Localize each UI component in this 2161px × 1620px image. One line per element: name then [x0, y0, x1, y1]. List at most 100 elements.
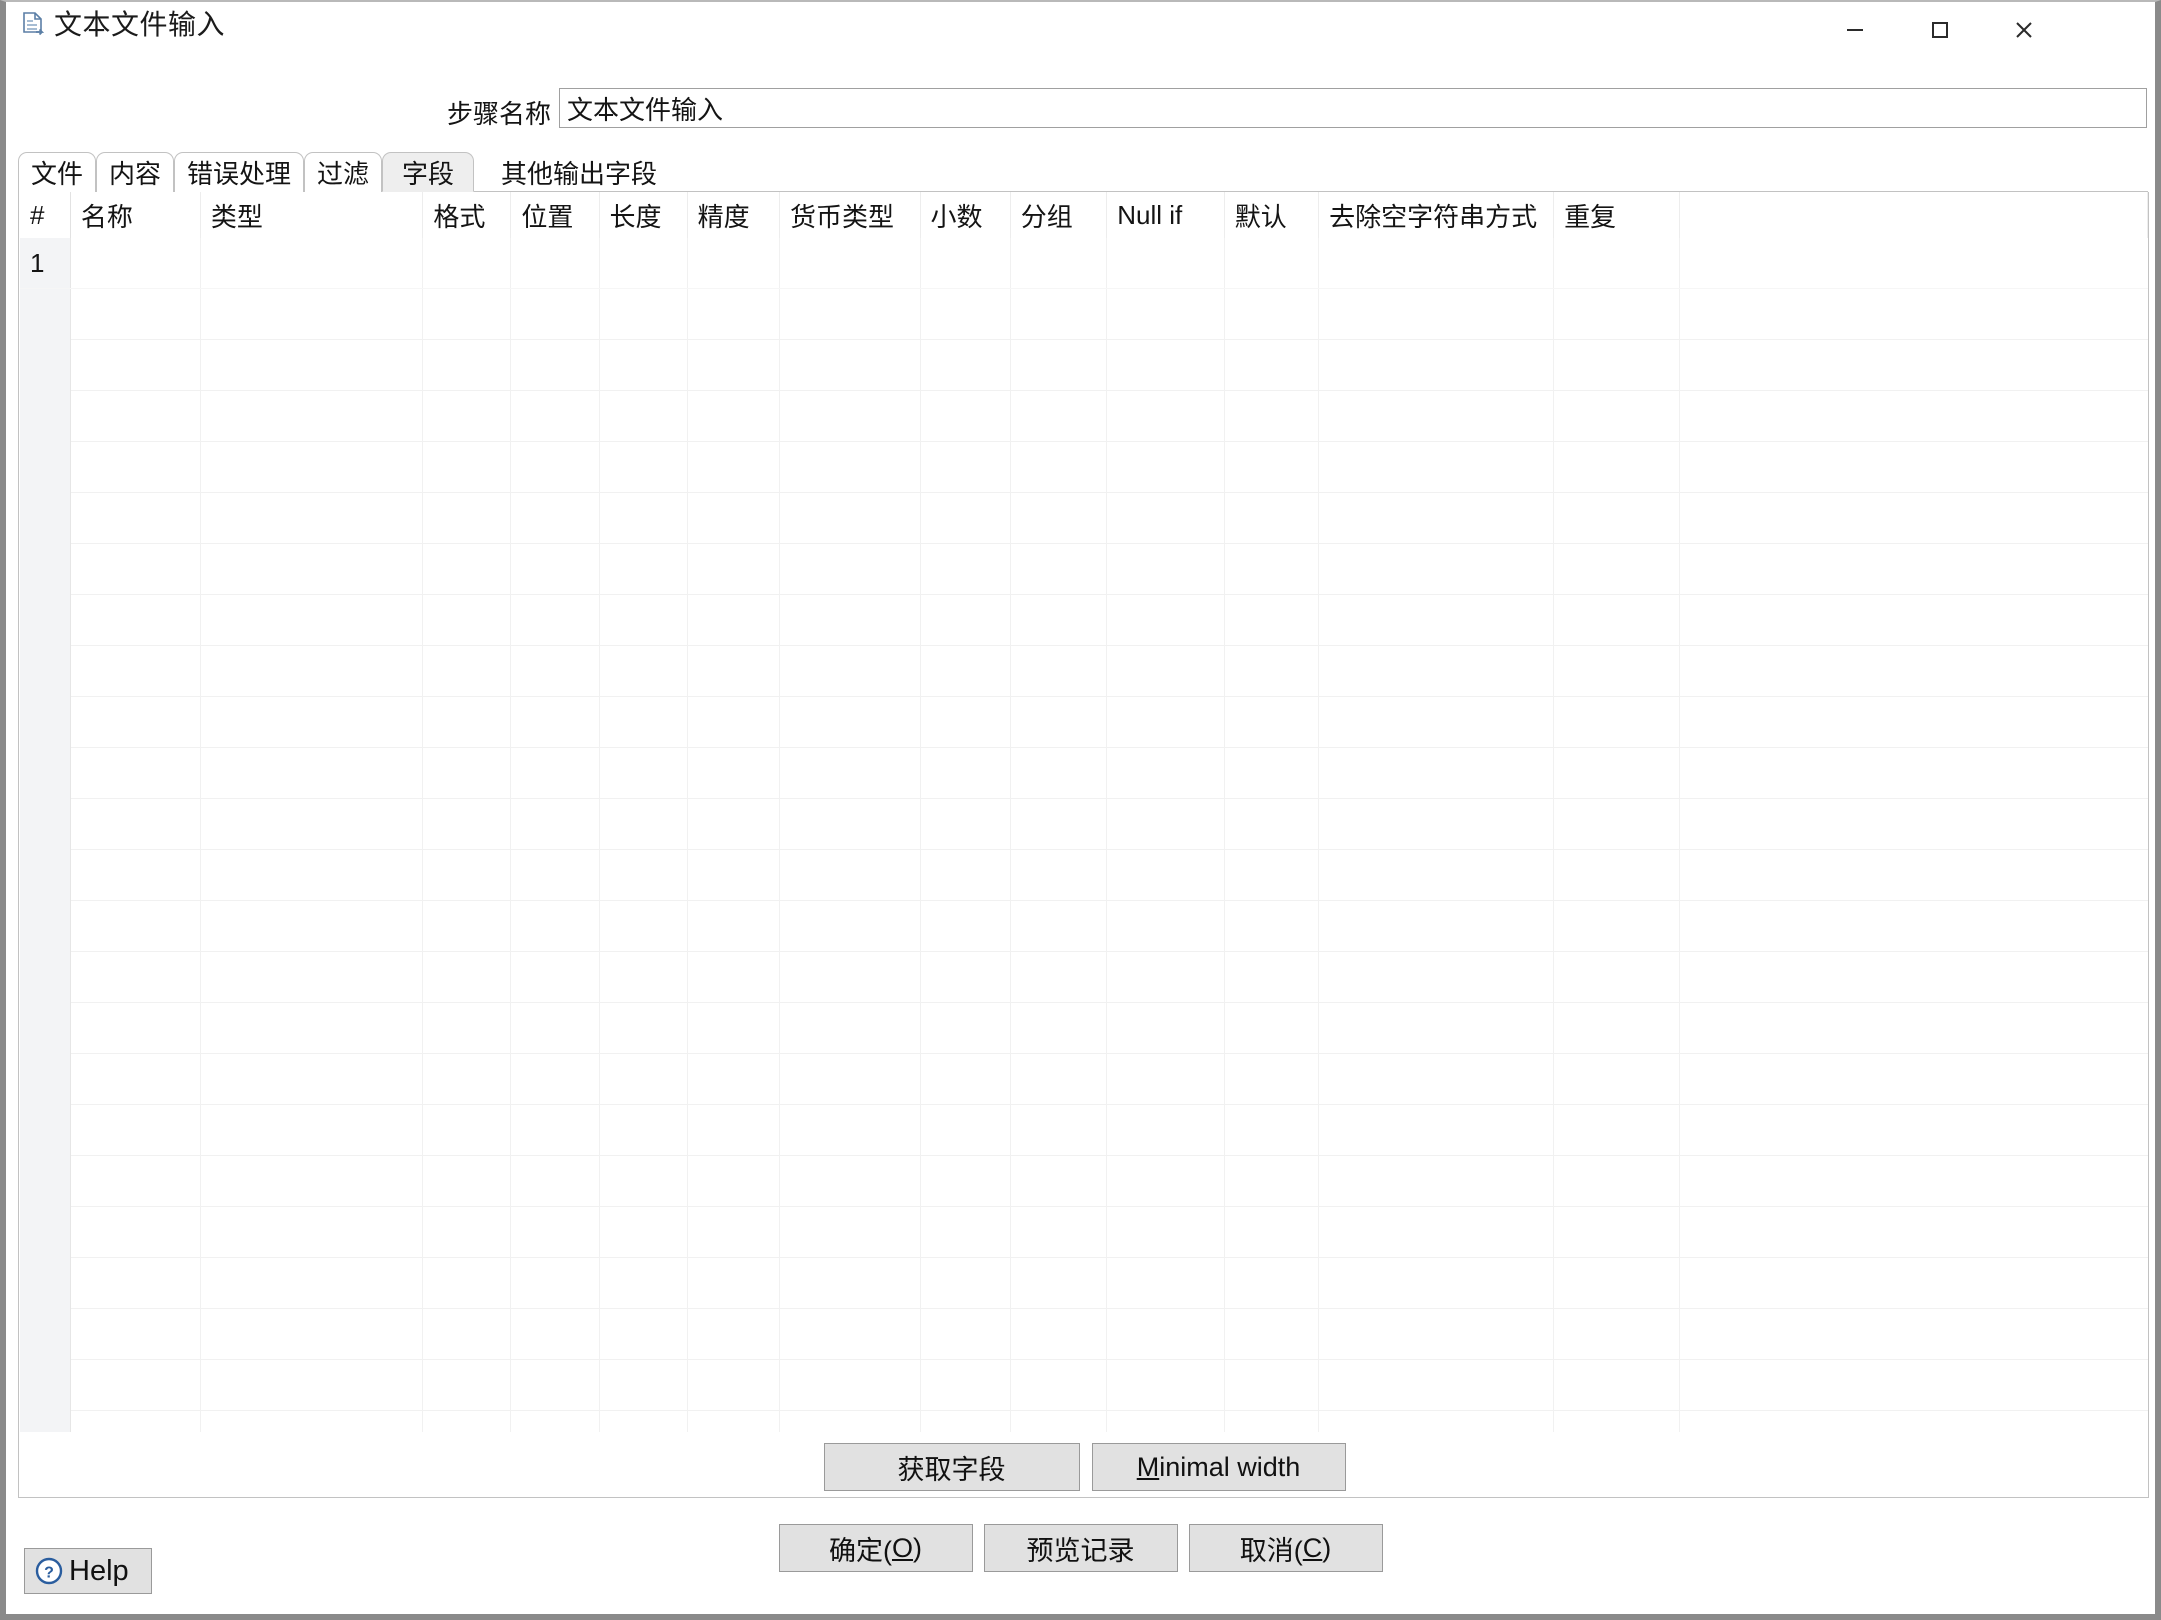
- table-cell[interactable]: [200, 1053, 424, 1105]
- table-cell[interactable]: [1224, 441, 1320, 493]
- help-button[interactable]: ? Help: [24, 1548, 152, 1594]
- table-cell[interactable]: [1224, 798, 1320, 850]
- table-cell[interactable]: [200, 1155, 424, 1207]
- table-cell[interactable]: [200, 441, 424, 493]
- table-cell[interactable]: [1106, 1410, 1225, 1432]
- table-cell[interactable]: [1106, 900, 1225, 952]
- col-header-format[interactable]: 格式: [422, 192, 512, 238]
- col-header-default[interactable]: 默认: [1224, 192, 1320, 238]
- table-cell[interactable]: [1318, 594, 1555, 646]
- table-row[interactable]: [20, 951, 2148, 1003]
- table-cell[interactable]: [779, 951, 921, 1003]
- table-cell[interactable]: [779, 747, 921, 799]
- table-cell[interactable]: [1318, 492, 1555, 544]
- table-cell[interactable]: [687, 1104, 780, 1156]
- table-cell[interactable]: [1224, 900, 1320, 952]
- table-row[interactable]: [20, 798, 2148, 850]
- table-cell[interactable]: [1553, 696, 1680, 748]
- table-cell[interactable]: [920, 390, 1011, 442]
- table-cell[interactable]: [779, 288, 921, 340]
- table-cell[interactable]: [687, 1053, 780, 1105]
- table-cell[interactable]: [70, 849, 201, 901]
- table-cell[interactable]: [1553, 441, 1680, 493]
- table-cell[interactable]: [422, 1104, 512, 1156]
- table-cell[interactable]: [510, 1155, 600, 1207]
- table-cell[interactable]: [1318, 1053, 1555, 1105]
- table-cell[interactable]: [422, 645, 512, 697]
- table-cell[interactable]: [200, 849, 424, 901]
- table-cell[interactable]: [422, 238, 512, 289]
- table-cell[interactable]: [1553, 594, 1680, 646]
- table-cell[interactable]: [200, 1410, 424, 1432]
- table-cell[interactable]: [1106, 492, 1225, 544]
- table-cell[interactable]: [779, 339, 921, 391]
- table-cell[interactable]: [599, 543, 688, 595]
- table-cell[interactable]: [1010, 849, 1108, 901]
- table-cell[interactable]: [1224, 390, 1320, 442]
- tab-fields[interactable]: 字段: [382, 152, 474, 192]
- table-cell[interactable]: [1553, 543, 1680, 595]
- table-cell[interactable]: [200, 1308, 424, 1360]
- table-cell[interactable]: [70, 543, 201, 595]
- table-row[interactable]: [20, 1410, 2148, 1432]
- table-cell[interactable]: [1318, 288, 1555, 340]
- table-cell[interactable]: [1553, 951, 1680, 1003]
- table-cell[interactable]: [779, 1155, 921, 1207]
- table-cell[interactable]: [920, 1410, 1011, 1432]
- table-cell[interactable]: [779, 594, 921, 646]
- table-cell[interactable]: [422, 1053, 512, 1105]
- table-cell[interactable]: [920, 1257, 1011, 1309]
- table-cell[interactable]: [510, 543, 600, 595]
- table-cell[interactable]: [200, 747, 424, 799]
- table-cell[interactable]: [599, 1053, 688, 1105]
- table-cell[interactable]: [1106, 1257, 1225, 1309]
- table-cell[interactable]: [510, 1104, 600, 1156]
- table-cell[interactable]: [70, 594, 201, 646]
- row-number-cell[interactable]: [20, 696, 71, 748]
- table-cell[interactable]: [1318, 1206, 1555, 1258]
- table-cell[interactable]: [1010, 339, 1108, 391]
- table-cell[interactable]: [1553, 900, 1680, 952]
- row-number-cell[interactable]: [20, 798, 71, 850]
- table-cell[interactable]: [1553, 1053, 1680, 1105]
- table-cell[interactable]: [1106, 441, 1225, 493]
- table-cell[interactable]: [1318, 747, 1555, 799]
- table-cell[interactable]: [779, 900, 921, 952]
- table-cell[interactable]: [779, 1104, 921, 1156]
- table-row[interactable]: [20, 1359, 2148, 1411]
- table-cell[interactable]: [1224, 849, 1320, 901]
- table-cell[interactable]: [920, 288, 1011, 340]
- table-cell[interactable]: [1106, 339, 1225, 391]
- table-cell[interactable]: [70, 288, 201, 340]
- table-row[interactable]: [20, 492, 2148, 544]
- table-cell[interactable]: [70, 1053, 201, 1105]
- table-row[interactable]: [20, 441, 2148, 493]
- table-cell[interactable]: [1318, 1257, 1555, 1309]
- maximize-icon[interactable]: [1901, 2, 1979, 58]
- table-cell[interactable]: [1106, 594, 1225, 646]
- table-cell[interactable]: [510, 1206, 600, 1258]
- table-cell[interactable]: [687, 951, 780, 1003]
- table-row[interactable]: [20, 1104, 2148, 1156]
- table-cell[interactable]: [1553, 1359, 1680, 1411]
- table-cell[interactable]: [1224, 1104, 1320, 1156]
- table-cell[interactable]: [1224, 1308, 1320, 1360]
- table-cell[interactable]: [510, 696, 600, 748]
- table-cell[interactable]: [510, 1308, 600, 1360]
- table-cell[interactable]: [70, 238, 201, 289]
- table-cell[interactable]: [687, 492, 780, 544]
- table-cell[interactable]: [422, 1359, 512, 1411]
- table-cell[interactable]: [70, 645, 201, 697]
- table-cell[interactable]: [1553, 645, 1680, 697]
- table-cell[interactable]: [920, 645, 1011, 697]
- table-cell[interactable]: [1553, 1308, 1680, 1360]
- table-cell[interactable]: [1318, 238, 1555, 289]
- table-cell[interactable]: [200, 1002, 424, 1054]
- table-cell[interactable]: [510, 1002, 600, 1054]
- table-cell[interactable]: [687, 1410, 780, 1432]
- table-cell[interactable]: [779, 696, 921, 748]
- table-cell[interactable]: [70, 747, 201, 799]
- table-cell[interactable]: [1224, 1002, 1320, 1054]
- table-cell[interactable]: [687, 645, 780, 697]
- table-cell[interactable]: [1010, 1308, 1108, 1360]
